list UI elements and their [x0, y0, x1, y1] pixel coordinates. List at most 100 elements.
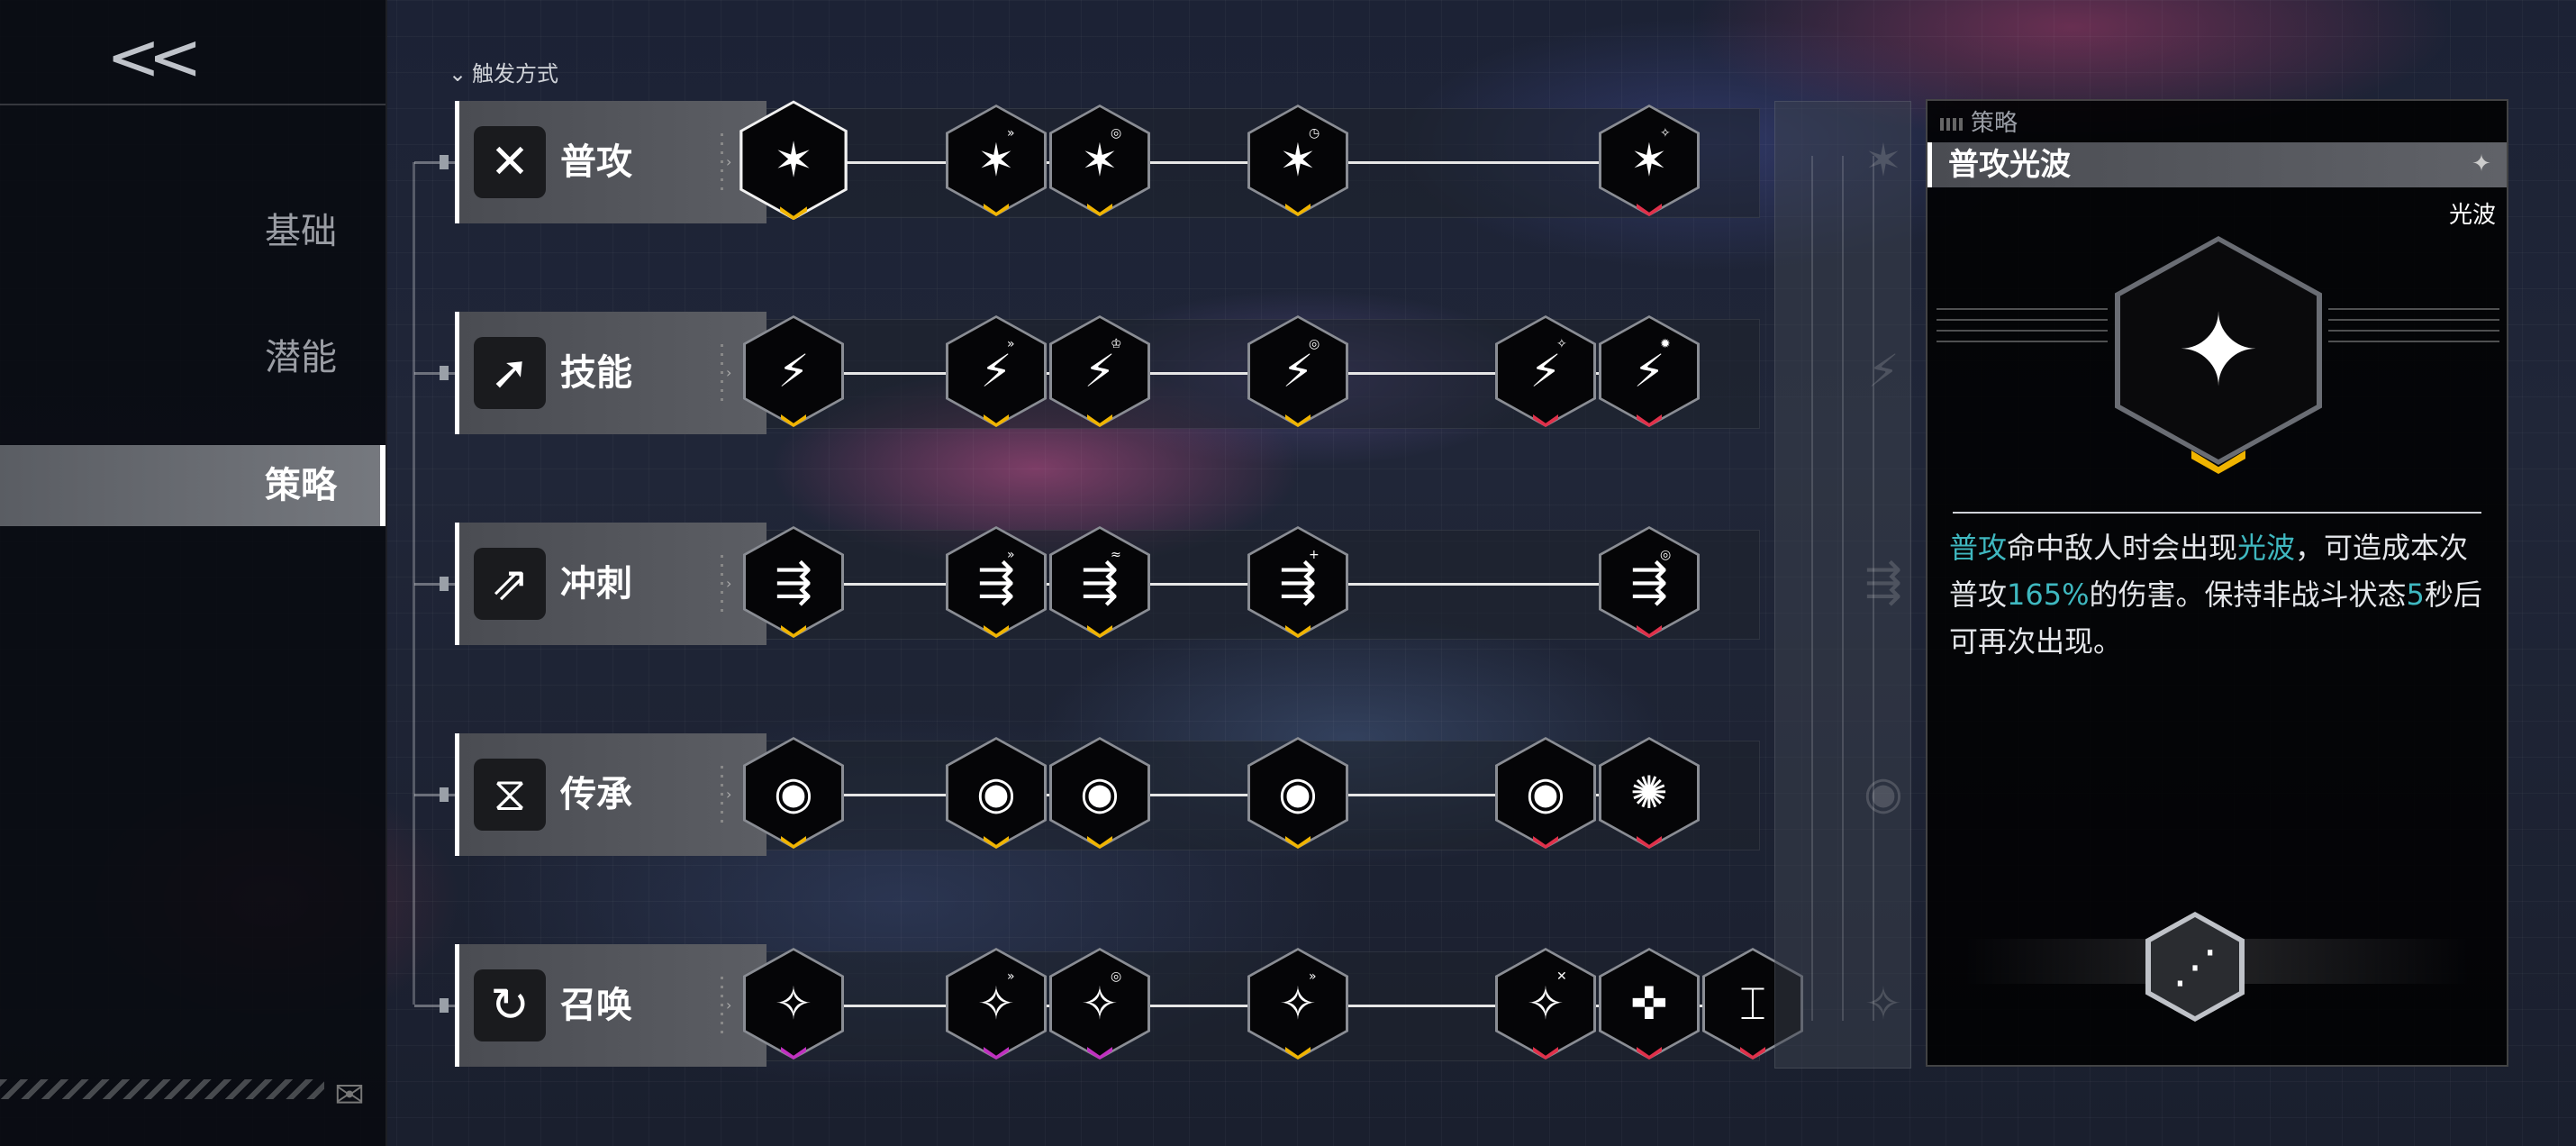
- strategy-node[interactable]: ✧: [743, 948, 844, 1063]
- strategy-node[interactable]: ✶ ◎: [1049, 105, 1150, 220]
- strategy-node[interactable]: ⇶ ◎: [1599, 526, 1700, 641]
- arrow-right-icon: ›: [726, 364, 732, 381]
- modifier-icon: +: [1309, 548, 1320, 562]
- row-label-text: 普攻: [560, 141, 632, 183]
- dotted-divider: [721, 555, 723, 613]
- sidebar-item-potential[interactable]: 潜能: [0, 317, 385, 398]
- trigger-mode-label: 触发方式: [472, 61, 558, 86]
- strategy-node[interactable]: ⚡»: [946, 315, 1047, 431]
- row-connector: [414, 364, 455, 382]
- strategy-node[interactable]: ⚡ ◎: [1247, 315, 1348, 431]
- dotted-divider: [721, 766, 723, 823]
- sidebar-item-basic[interactable]: 基础: [0, 191, 385, 272]
- strategy-node[interactable]: ◉: [946, 737, 1047, 852]
- strategy-node[interactable]: ✧ ◎: [1049, 948, 1150, 1063]
- crossed-swords-icon: ✕: [474, 126, 546, 198]
- strategy-node[interactable]: ◉: [1495, 737, 1596, 852]
- highlight-text: 光波: [2237, 531, 2296, 565]
- row-connector: [414, 996, 455, 1014]
- modifier-icon: ♔: [1111, 337, 1122, 351]
- share-button[interactable]: ⋰: [2145, 912, 2245, 1022]
- row-label-4[interactable]: ⧖ 传承 ›: [455, 733, 766, 856]
- light-wave-large-icon: ✦: [2115, 236, 2322, 474]
- trigger-mode-header: ⌄ 触发方式: [449, 56, 558, 87]
- strategy-node[interactable]: ✶ ✧: [1599, 105, 1700, 220]
- row-label-text: 传承: [560, 774, 632, 815]
- modifier-icon: ✕: [1556, 969, 1567, 984]
- modifier-icon: ◷: [1309, 126, 1320, 141]
- decorative-stripe: [0, 1079, 324, 1099]
- modifier-icon: ✧: [1556, 337, 1567, 351]
- checker-icon: [1940, 117, 1965, 131]
- modifier-icon: »: [1007, 337, 1015, 351]
- arrow-right-icon: ›: [726, 575, 732, 592]
- row-label-2[interactable]: ➚ 技能 ›: [455, 312, 766, 434]
- strategy-row: ➚技能›⚡⚡»⚡♔⚡◎⚡✧⚡✹⚡: [414, 312, 1900, 434]
- modifier-icon: »: [1007, 126, 1015, 141]
- strategy-node[interactable]: ◉: [743, 737, 844, 852]
- modifier-icon: ≈: [1111, 548, 1121, 562]
- light-wave-small-icon: ✦: [2472, 150, 2491, 177]
- strategy-node[interactable]: ⚡ ✧: [1495, 315, 1596, 431]
- strategy-node[interactable]: ✧»: [1247, 948, 1348, 1063]
- strategy-node[interactable]: ⚡: [743, 315, 844, 431]
- sidebar-item-strategy[interactable]: 策略: [0, 445, 385, 526]
- node-link-line: [797, 583, 1649, 586]
- row-label-3[interactable]: ⇗ 冲刺 ›: [455, 523, 766, 645]
- highlight-text: 5: [2406, 578, 2425, 612]
- strategy-node[interactable]: ✜: [1599, 948, 1700, 1063]
- row-label-text: 冲刺: [560, 563, 632, 605]
- arrow-right-icon: ›: [726, 153, 732, 170]
- row-label-5[interactable]: ↻ 召唤 ›: [455, 944, 766, 1067]
- description-text: 命中敌人时会出现: [2007, 531, 2238, 565]
- row-label-1[interactable]: ✕ 普攻 ›: [455, 101, 766, 223]
- strategy-node[interactable]: ✶: [739, 100, 848, 224]
- sidebar-divider: [0, 104, 385, 105]
- skill-name: 普攻光波: [1948, 147, 2071, 183]
- row-label-text: 技能: [560, 352, 632, 394]
- strategy-node[interactable]: ⚡ ♔: [1049, 315, 1150, 431]
- node-link-line: [797, 161, 1649, 164]
- row-connector: [414, 575, 455, 593]
- strategy-node[interactable]: ✺: [1599, 737, 1700, 852]
- detail-panel: 策略 普攻光波 ✦ 光波 ✦ 普攻命中敌人时会出现光波，可造成本次普攻165%的…: [1926, 99, 2508, 1067]
- strategy-node[interactable]: ✧»: [946, 948, 1047, 1063]
- strategy-node[interactable]: ✶ ◷: [1247, 105, 1348, 220]
- strategy-node[interactable]: ⇶ ≈: [1049, 526, 1150, 641]
- row-connector: [414, 786, 455, 804]
- circuit-decoration-right: [2328, 308, 2499, 380]
- strategy-node[interactable]: ◉: [1247, 737, 1348, 852]
- modifier-icon: »: [1007, 548, 1015, 562]
- modifier-icon: ◎: [1309, 337, 1320, 351]
- dna-helix-icon: ⧖: [474, 759, 546, 831]
- strategy-node[interactable]: ◉: [1049, 737, 1150, 852]
- skill-description: 普攻命中敌人时会出现光波，可造成本次普攻165%的伤害。保持非战斗状态5秒后可再…: [1949, 524, 2490, 665]
- dotted-divider: [721, 133, 723, 191]
- arrow-burst-icon: ➚: [474, 337, 546, 409]
- divider-line: [1842, 156, 1844, 1021]
- double-chevron-down-icon: ⌄: [449, 61, 467, 86]
- dotted-divider: [721, 344, 723, 402]
- modifier-icon: ◎: [1111, 126, 1122, 141]
- skill-tag: 光波: [2448, 202, 2496, 229]
- modifier-icon: »: [1007, 969, 1015, 984]
- strategy-node[interactable]: ⇶: [743, 526, 844, 641]
- strategy-node[interactable]: ✧ ✕: [1495, 948, 1596, 1063]
- strategy-row: ⧖传承›◉◉◉◉◉✺◉: [414, 733, 1903, 856]
- feedback-icon[interactable]: ✉: [331, 1074, 367, 1117]
- summon-circle-icon: ↻: [474, 969, 546, 1041]
- sidebar: << 基础 潜能 策略 ✉: [0, 0, 387, 1146]
- strategy-row: ✕普攻›✶✶»✶◎✶◷✶✧✶: [414, 100, 1902, 224]
- row-connector: [414, 153, 455, 171]
- highlight-text: 普攻: [1949, 531, 2008, 565]
- strategy-node[interactable]: ⇶»: [946, 526, 1047, 641]
- strategy-node[interactable]: ⇶ +: [1247, 526, 1348, 641]
- skill-name-bar: 普攻光波 ✦: [1927, 142, 2507, 187]
- strategy-node[interactable]: ⚡ ✹: [1599, 315, 1700, 431]
- arrow-right-icon: ›: [726, 996, 732, 1014]
- back-button[interactable]: <<: [106, 24, 214, 89]
- strategy-node[interactable]: ✶»: [946, 105, 1047, 220]
- panel-section-label: 策略: [1971, 110, 2018, 137]
- modifier-icon: ✹: [1660, 337, 1671, 351]
- highlight-text: 165%: [2007, 578, 2090, 612]
